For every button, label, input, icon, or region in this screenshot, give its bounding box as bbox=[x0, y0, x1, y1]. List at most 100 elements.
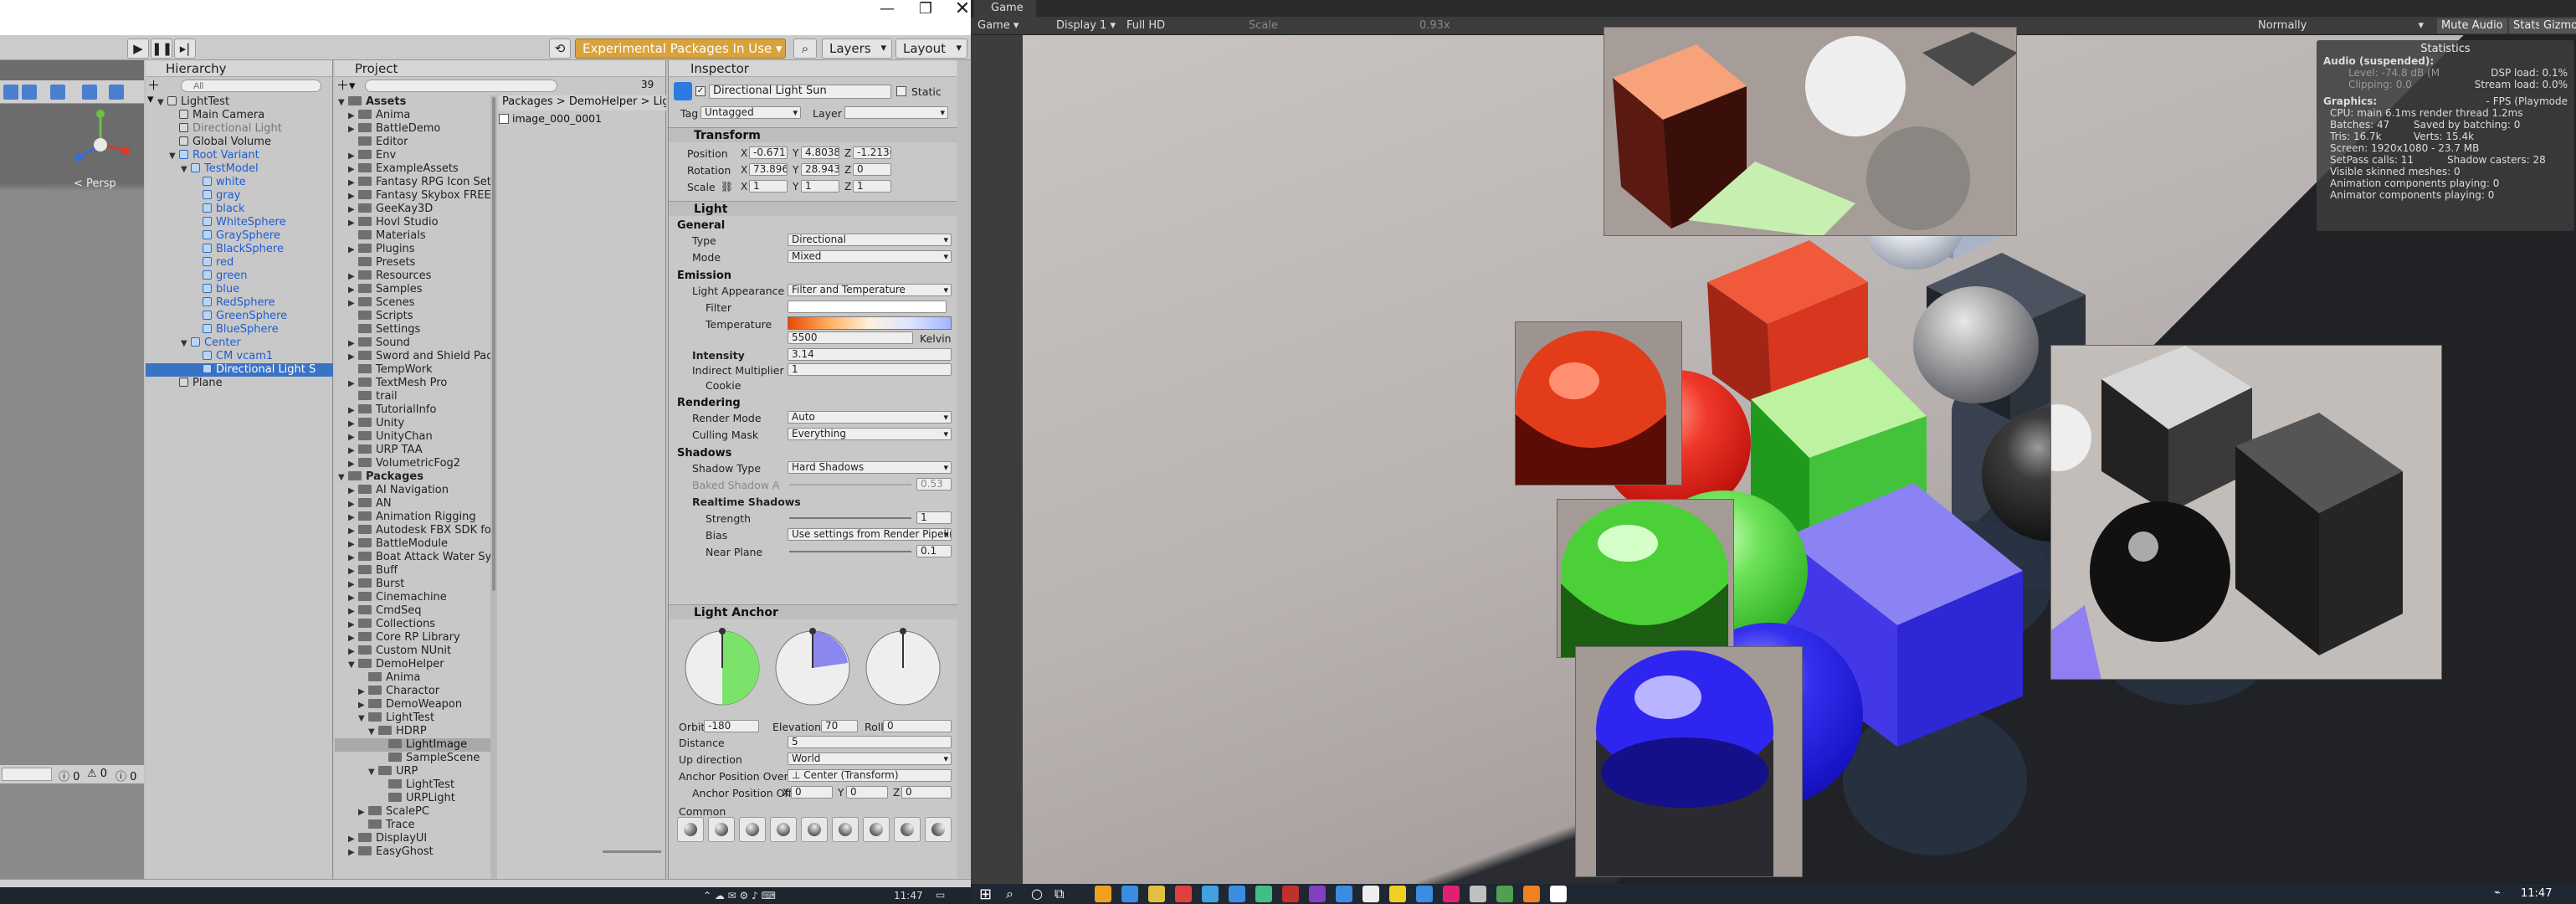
hierarchy-search-input[interactable] bbox=[181, 80, 321, 92]
light-preset-button[interactable] bbox=[677, 817, 704, 842]
temperature-field[interactable]: 5500 bbox=[788, 331, 913, 344]
expand-arrow-icon[interactable]: ▶ bbox=[348, 552, 358, 565]
expand-arrow-icon[interactable]: ▶ bbox=[348, 511, 358, 525]
expand-arrow-icon[interactable]: ▶ bbox=[348, 190, 358, 203]
project-folder[interactable]: ▶ Charactor bbox=[335, 685, 490, 698]
project-folder[interactable]: ▼ DemoHelper bbox=[335, 658, 490, 671]
project-folder[interactable]: ▶ Fantasy RPG Icon Set bbox=[335, 176, 490, 189]
scale-x-field[interactable]: 1 bbox=[749, 180, 788, 193]
hierarchy-item[interactable]: BlueSphere bbox=[146, 323, 333, 336]
task-view-icon[interactable]: ⧉ bbox=[1055, 886, 1064, 902]
tool-icon[interactable] bbox=[109, 85, 124, 100]
baked-slider[interactable] bbox=[789, 484, 911, 485]
up-dropdown[interactable]: World bbox=[788, 752, 952, 765]
expand-arrow-icon[interactable]: ▶ bbox=[348, 378, 358, 391]
near-slider[interactable] bbox=[789, 551, 911, 552]
rotation-y-field[interactable]: 28.943 bbox=[801, 163, 839, 176]
pause-icon[interactable]: ❚❚ bbox=[151, 39, 172, 59]
expand-arrow-icon[interactable]: ▶ bbox=[348, 578, 358, 592]
hierarchy-item[interactable]: CM vcam1 bbox=[146, 350, 333, 363]
taskbar-app-icon[interactable] bbox=[1470, 886, 1486, 902]
type-dropdown[interactable]: Directional bbox=[788, 234, 952, 246]
taskbar-app-icon[interactable] bbox=[1148, 886, 1165, 902]
project-folder[interactable]: ▶ Cinemachine bbox=[335, 591, 490, 604]
project-search-input[interactable] bbox=[365, 80, 557, 92]
expand-arrow-icon[interactable]: ▼ bbox=[157, 96, 167, 110]
project-folder[interactable]: ▶ Animation Rigging bbox=[335, 511, 490, 524]
hierarchy-item[interactable]: white bbox=[146, 176, 333, 189]
light-preset-button[interactable] bbox=[894, 817, 921, 842]
taskbar-app-icon[interactable] bbox=[1282, 886, 1299, 902]
expand-arrow-icon[interactable]: ▶ bbox=[348, 565, 358, 578]
project-folder[interactable]: URPLight bbox=[335, 792, 490, 805]
expand-arrow-icon[interactable]: ▶ bbox=[348, 150, 358, 163]
experimental-packages-button[interactable]: Experimental Packages In Use ▾ bbox=[575, 39, 786, 59]
view-mode-dropdown[interactable]: Game ▾ bbox=[972, 18, 1048, 33]
appearance-dropdown[interactable]: Filter and Temperature bbox=[788, 284, 952, 296]
project-folder[interactable]: ▶ URP TAA bbox=[335, 444, 490, 457]
hierarchy-item[interactable]: black bbox=[146, 203, 333, 216]
project-folder[interactable]: ▶ TextMesh Pro bbox=[335, 377, 490, 390]
rotation-z-field[interactable]: 0 bbox=[853, 163, 891, 176]
hierarchy-item[interactable]: Plane bbox=[146, 377, 333, 390]
project-folder[interactable]: ▶ Hovl Studio bbox=[335, 216, 490, 229]
restore-icon[interactable]: ❐ bbox=[907, 0, 944, 18]
expand-arrow-icon[interactable]: ▶ bbox=[348, 418, 358, 431]
search-icon[interactable]: ⌕ bbox=[793, 39, 817, 59]
project-folder[interactable]: ▶ AI Navigation bbox=[335, 484, 490, 497]
position-z-field[interactable]: -1.2136! bbox=[853, 146, 891, 159]
tab-project[interactable]: Project bbox=[335, 60, 665, 77]
taskbar-app-icon[interactable] bbox=[1202, 886, 1219, 902]
light-header[interactable]: Light bbox=[669, 201, 957, 216]
project-folder[interactable]: ▶ ExampleAssets bbox=[335, 162, 490, 176]
expand-arrow-icon[interactable]: ▶ bbox=[348, 431, 358, 444]
static-checkbox[interactable] bbox=[896, 86, 906, 96]
roll-dial[interactable] bbox=[863, 626, 943, 710]
tool-icon[interactable] bbox=[22, 85, 37, 100]
scene-search[interactable] bbox=[2, 768, 52, 781]
temperature-slider[interactable] bbox=[788, 316, 952, 330]
project-folder[interactable]: ▶ Sound bbox=[335, 336, 490, 350]
inspector-scrollbar[interactable] bbox=[958, 60, 970, 879]
strength-slider[interactable] bbox=[789, 517, 911, 519]
expand-arrow-icon[interactable]: ▶ bbox=[348, 619, 358, 632]
orbit-field[interactable]: -180 bbox=[704, 720, 759, 732]
project-folder[interactable]: ▶ ScalePC bbox=[335, 805, 490, 819]
transform-header[interactable]: Transform bbox=[669, 127, 957, 142]
scale-z-field[interactable]: 1 bbox=[853, 180, 891, 193]
expand-arrow-icon[interactable]: ▶ bbox=[348, 592, 358, 605]
project-folder[interactable]: ▶ Plugins bbox=[335, 243, 490, 256]
hierarchy-item[interactable]: red bbox=[146, 256, 333, 270]
expand-arrow-icon[interactable]: ▶ bbox=[348, 217, 358, 230]
indirect-field[interactable]: 1 bbox=[788, 363, 952, 376]
layers-dropdown[interactable]: Layers bbox=[822, 39, 892, 59]
hierarchy-item[interactable]: blue bbox=[146, 283, 333, 296]
expand-arrow-icon[interactable]: ▶ bbox=[348, 498, 358, 511]
tool-icon[interactable] bbox=[50, 85, 65, 100]
expand-arrow-icon[interactable]: ▶ bbox=[348, 444, 358, 458]
expand-arrow-icon[interactable]: ▶ bbox=[348, 244, 358, 257]
minimize-icon[interactable]: — bbox=[869, 0, 906, 18]
taskbar-app-icon[interactable] bbox=[1336, 886, 1352, 902]
taskbar-app-icon[interactable] bbox=[1523, 886, 1540, 902]
project-folder[interactable]: ▶ VolumetricFog2 bbox=[335, 457, 490, 470]
scene-view[interactable]: < Persp ⓘ 0 ⚠ 0 ⓘ 0 bbox=[0, 60, 144, 879]
project-folder[interactable]: Materials bbox=[335, 229, 490, 243]
mute-audio-button[interactable]: Mute Audio bbox=[2437, 18, 2507, 33]
expand-arrow-icon[interactable]: ▶ bbox=[348, 645, 358, 659]
resolution-dropdown[interactable]: Full HD (1920x1080) ▾ bbox=[1121, 18, 1239, 47]
asset-item[interactable]: image_000_0001 bbox=[499, 112, 602, 125]
filter-color-field[interactable] bbox=[788, 300, 947, 313]
light-preset-button[interactable] bbox=[739, 817, 766, 842]
expand-arrow-icon[interactable]: ▶ bbox=[348, 177, 358, 190]
taskbar-app-icon[interactable] bbox=[1416, 886, 1433, 902]
cortana-icon[interactable]: ○ bbox=[1031, 886, 1043, 901]
project-folder[interactable]: ▶ GeeKay3D bbox=[335, 203, 490, 216]
offset-y-field[interactable]: 0 bbox=[846, 786, 888, 799]
expand-arrow-icon[interactable]: ▼ bbox=[181, 337, 191, 351]
taskbar-app-icon[interactable] bbox=[1309, 886, 1326, 902]
layer-dropdown[interactable] bbox=[844, 106, 948, 119]
hierarchy-item[interactable]: Directional Light bbox=[146, 122, 333, 136]
position-x-field[interactable]: -0.6711€ bbox=[749, 146, 788, 159]
project-folder[interactable]: ▶ Custom NUnit bbox=[335, 645, 490, 658]
